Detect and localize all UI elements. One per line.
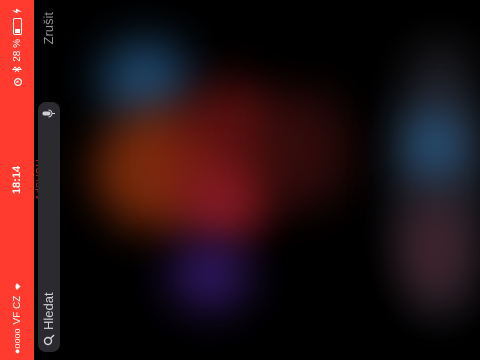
rotated-ui: ●oooo VF CZ 18:14 28 % Hledat Zrušit	[0, 0, 480, 360]
screen: ●oooo VF CZ 18:14 28 % Hledat Zrušit	[0, 0, 480, 360]
cancel-button[interactable]: Zrušit	[38, 12, 60, 45]
charging-icon	[12, 8, 22, 14]
battery-fill	[14, 29, 20, 33]
battery-icon	[12, 18, 22, 35]
search-field[interactable]: Hledat	[38, 102, 60, 352]
alarm-icon	[13, 77, 22, 86]
search-icon	[43, 334, 55, 346]
mic-icon[interactable]	[42, 109, 56, 118]
battery-percent: 28 %	[11, 39, 23, 62]
status-bar: ●oooo VF CZ 18:14 28 %	[0, 0, 34, 360]
bluetooth-icon	[12, 65, 22, 73]
search-placeholder: Hledat	[41, 292, 56, 330]
